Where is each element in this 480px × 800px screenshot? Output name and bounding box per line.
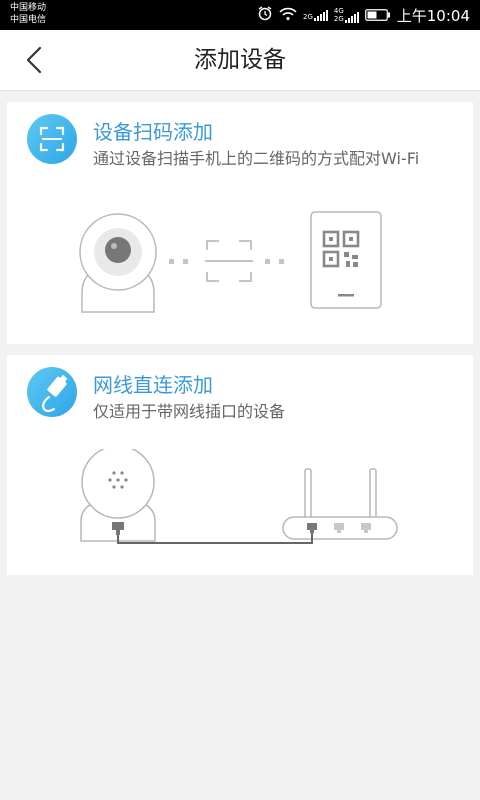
carrier-info: 中国移动 中国电信 <box>10 2 46 26</box>
network-type-tag: 2G <box>333 15 344 23</box>
cable-icon <box>27 367 77 417</box>
router-illustration <box>282 468 398 540</box>
scan-qr-option-card[interactable]: 设备扫码添加 通过设备扫描手机上的二维码的方式配对Wi-Fi <box>7 102 473 344</box>
carrier-2: 中国电信 <box>10 15 47 25</box>
signal-icon-1 <box>313 9 328 21</box>
scan-icon <box>27 114 77 164</box>
network-type-tag: 4G <box>333 7 344 15</box>
status-bar: 中国移动 中国电信 2G 4G 2G 上午10:04 <box>0 0 480 30</box>
wifi-icon <box>279 6 297 25</box>
camera-illustration <box>80 449 156 542</box>
battery-icon <box>364 6 391 25</box>
scan-qr-description: 通过设备扫描手机上的二维码的方式配对Wi-Fi <box>93 149 420 168</box>
app-header: 添加设备 <box>0 30 480 91</box>
alarm-icon <box>257 5 273 25</box>
network-type-tag: 2G <box>302 13 313 21</box>
ethernet-option-card[interactable]: 网线直连添加 仅适用于带网线插口的设备 <box>7 355 473 575</box>
clock: 上午10:04 <box>396 6 470 25</box>
page-title: 添加设备 <box>194 47 286 73</box>
camera-illustration <box>79 213 157 313</box>
carrier-1: 中国移动 <box>10 3 47 13</box>
scan-qr-title: 设备扫码添加 <box>93 120 213 144</box>
ethernet-description: 仅适用于带网线插口的设备 <box>93 402 286 421</box>
ethernet-title: 网线直连添加 <box>93 373 213 397</box>
status-icons: 2G 4G 2G 上午10:04 <box>257 0 470 30</box>
scan-qr-illustration <box>79 211 382 313</box>
signal-icon-2 <box>344 11 359 23</box>
ethernet-illustration <box>80 449 398 544</box>
phone-qr-illustration <box>310 211 382 309</box>
